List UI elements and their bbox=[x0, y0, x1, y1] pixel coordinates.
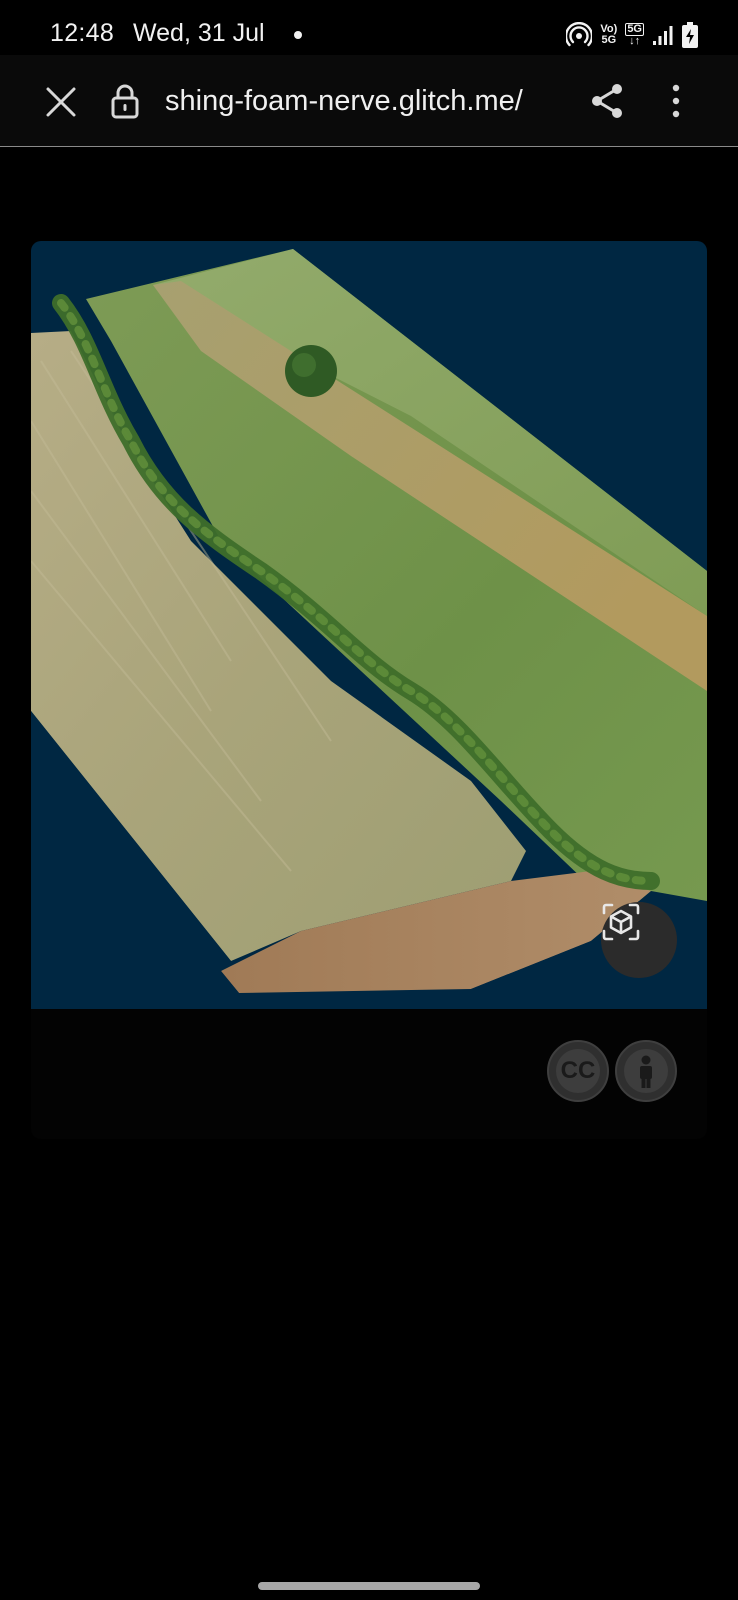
home-indicator[interactable] bbox=[258, 1582, 480, 1590]
more-vert-icon[interactable] bbox=[666, 83, 686, 119]
battery-charging-icon bbox=[682, 22, 698, 48]
url-text[interactable]: shing-foam-nerve.glitch.me/ bbox=[165, 85, 523, 118]
cc-label: CC bbox=[556, 1049, 600, 1093]
lock-icon[interactable] bbox=[110, 83, 140, 119]
person-icon bbox=[624, 1049, 668, 1093]
status-bar: 12:48 Wed, 31 Jul Vo) 5G 5G ↓↑ bbox=[0, 0, 738, 55]
view-in-ar-icon bbox=[602, 903, 640, 941]
captions-button[interactable]: CC bbox=[547, 1040, 609, 1102]
field-model-render[interactable] bbox=[31, 241, 707, 1009]
hotspot-icon bbox=[566, 22, 593, 47]
model-viewer[interactable] bbox=[31, 241, 707, 1009]
model-viewer-card: CC bbox=[31, 241, 707, 1139]
browser-url-bar: shing-foam-nerve.glitch.me/ bbox=[0, 55, 738, 147]
status-time: 12:48 bbox=[50, 19, 115, 47]
accessibility-button[interactable] bbox=[615, 1040, 677, 1102]
notification-dot-icon bbox=[294, 31, 302, 39]
status-icons: Vo) 5G 5G ↓↑ bbox=[566, 20, 698, 50]
share-icon[interactable] bbox=[590, 83, 624, 119]
status-date: Wed, 31 Jul bbox=[133, 19, 265, 47]
network-5g-icon: 5G ↓↑ bbox=[625, 23, 644, 47]
view-in-ar-button[interactable] bbox=[601, 902, 677, 978]
volte-icon: Vo) 5G bbox=[600, 23, 618, 46]
signal-icon bbox=[653, 26, 673, 45]
close-icon[interactable] bbox=[44, 85, 78, 119]
